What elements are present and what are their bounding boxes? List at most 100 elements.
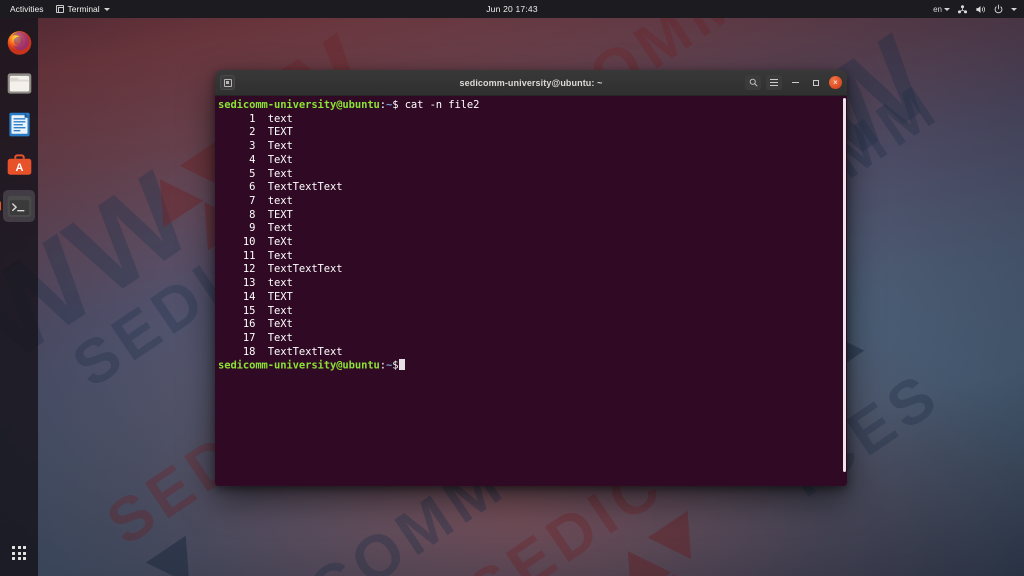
dock-item-libreoffice-writer[interactable]: [3, 108, 35, 140]
line-number: 4: [218, 153, 256, 166]
line-text: Text: [255, 222, 293, 235]
terminal-app-icon: [220, 75, 235, 90]
terminal-window[interactable]: sedicomm-university@ubuntu: ~ × sedicomm…: [215, 70, 847, 486]
terminal-output-line: 17 Text: [218, 332, 847, 346]
line-text: TextTextText: [255, 181, 343, 194]
terminal-output-line: 8 TEXT: [218, 209, 847, 223]
terminal-command: cat -n file2: [398, 99, 480, 111]
terminal-scrollbar[interactable]: [843, 98, 846, 472]
window-titlebar[interactable]: sedicomm-university@ubuntu: ~ ×: [215, 70, 847, 96]
terminal-output-line: 3 Text: [218, 140, 847, 154]
window-menu-button[interactable]: Terminal: [53, 3, 113, 15]
dock-item-ubuntu-software[interactable]: A: [3, 149, 35, 181]
terminal-output-line: 11 Text: [218, 250, 847, 264]
search-icon[interactable]: [745, 75, 761, 90]
terminal-output-line: 6 TextTextText: [218, 181, 847, 195]
terminal-output-line: 13 text: [218, 277, 847, 291]
line-number: 12: [218, 263, 256, 276]
line-text: TeXt: [255, 318, 293, 331]
maximize-icon[interactable]: [808, 75, 824, 90]
libreoffice-writer-icon: [8, 112, 30, 136]
line-number: 8: [218, 208, 256, 221]
terminal-output-line: 12 TextTextText: [218, 263, 847, 277]
clock-button[interactable]: Jun 20 17:43: [486, 4, 538, 14]
terminal-output-line: 15 Text: [218, 305, 847, 319]
language-indicator[interactable]: en: [933, 5, 950, 14]
line-text: TEXT: [255, 290, 293, 303]
terminal-app-icon: [55, 5, 64, 13]
line-text: text: [255, 277, 293, 290]
terminal-prompt-user-host: sedicomm-university@ubuntu: [218, 99, 380, 111]
activities-button[interactable]: Activities: [7, 3, 47, 15]
terminal-output-line: 10 TeXt: [218, 236, 847, 250]
line-number: 9: [218, 222, 256, 235]
files-folder-icon: [7, 72, 31, 94]
line-number: 5: [218, 167, 256, 180]
terminal-output-line: 1 text: [218, 113, 847, 127]
line-text: TextTextText: [255, 345, 343, 358]
terminal-output-line: 9 Text: [218, 222, 847, 236]
line-text: Text: [255, 167, 293, 180]
terminal-output-line: 16 TeXt: [218, 318, 847, 332]
line-number: 2: [218, 126, 256, 139]
power-icon[interactable]: [993, 4, 1004, 15]
terminal-output-line: 7 text: [218, 195, 847, 209]
line-number: 11: [218, 249, 256, 262]
chevron-down-icon: [103, 7, 110, 11]
terminal-cursor: [399, 359, 406, 371]
dock-item-files[interactable]: [3, 67, 35, 99]
line-number: 6: [218, 181, 256, 194]
hamburger-menu-icon[interactable]: [766, 75, 782, 90]
terminal-prompt-user-host: sedicomm-university@ubuntu: [218, 359, 380, 372]
terminal-output-line: 18 TextTextText: [218, 346, 847, 360]
line-text: TEXT: [255, 208, 293, 221]
close-icon[interactable]: ×: [829, 76, 842, 89]
show-applications-button[interactable]: [5, 539, 33, 567]
line-text: Text: [255, 140, 293, 153]
line-number: 18: [218, 345, 256, 358]
line-text: TextTextText: [255, 263, 343, 276]
line-text: Text: [255, 331, 293, 344]
line-number: 16: [218, 318, 256, 331]
line-text: TEXT: [255, 126, 293, 139]
language-label: en: [933, 4, 942, 14]
terminal-command-line: sedicomm-university@ubuntu:~$ cat -n fil…: [218, 99, 847, 113]
terminal-output-line: 5 Text: [218, 168, 847, 182]
ubuntu-software-icon: A: [7, 153, 31, 175]
terminal-output-line: 2 TEXT: [218, 126, 847, 140]
terminal-output-line: 4 TeXt: [218, 154, 847, 168]
chevron-down-icon[interactable]: [1011, 7, 1017, 11]
line-number: 15: [218, 304, 256, 317]
minimize-icon[interactable]: [787, 75, 803, 90]
terminal-prompt-symbol: $: [392, 359, 399, 372]
terminal-prompt-line: sedicomm-university@ubuntu:~$: [218, 359, 847, 373]
volume-icon[interactable]: [975, 4, 986, 15]
terminal-body[interactable]: sedicomm-university@ubuntu:~$ cat -n fil…: [215, 96, 847, 486]
line-number: 7: [218, 194, 256, 207]
line-text: text: [255, 112, 293, 125]
line-text: TeXt: [255, 236, 293, 249]
dock-item-firefox[interactable]: [3, 26, 35, 58]
svg-text:A: A: [15, 161, 23, 173]
line-number: 10: [218, 236, 256, 249]
line-text: Text: [255, 304, 293, 317]
line-number: 14: [218, 290, 256, 303]
line-text: text: [255, 194, 293, 207]
line-number: 3: [218, 140, 256, 153]
grid-icon: [12, 546, 26, 560]
line-number: 1: [218, 112, 256, 125]
top-bar: Activities Terminal Jun 20 17:43 en: [0, 0, 1024, 18]
line-number: 13: [218, 277, 256, 290]
line-text: Text: [255, 249, 293, 262]
line-number: 17: [218, 331, 256, 344]
dock: A: [0, 18, 38, 576]
dock-item-terminal[interactable]: [3, 190, 35, 222]
line-text: TeXt: [255, 153, 293, 166]
window-menu-label: Terminal: [67, 4, 100, 14]
terminal-output: sedicomm-university@ubuntu:~$ cat -n fil…: [218, 99, 847, 374]
terminal-icon: [7, 195, 31, 217]
firefox-icon: [7, 30, 31, 55]
network-icon[interactable]: [957, 4, 968, 15]
chevron-down-icon: [944, 7, 950, 11]
terminal-output-line: 14 TEXT: [218, 291, 847, 305]
